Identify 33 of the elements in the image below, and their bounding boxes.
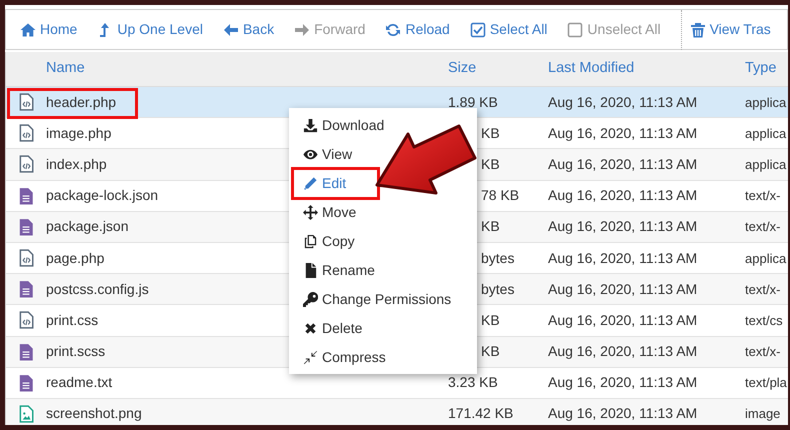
table-cell: KB [481, 312, 500, 328]
table-cell: 171.42 KB [448, 405, 514, 422]
table-cell: applica [745, 250, 786, 266]
table-cell: applica [745, 156, 786, 172]
table-cell: bytes [481, 280, 514, 297]
table-cell: bytes [481, 250, 514, 266]
table-cell: text/x- [745, 282, 780, 297]
table-cell: KB [481, 156, 500, 172]
table-cell: 3.23 KB [448, 374, 498, 390]
table-cell: Aug 16, 2020, 11:13 AM [548, 250, 698, 266]
table-cell: KB [481, 218, 500, 234]
table-cell: Aug 16, 2020, 11:13 AM [548, 280, 698, 297]
table-cell: applica [745, 126, 786, 141]
table-cell: text/pla [745, 375, 787, 390]
table-cell: Aug 16, 2020, 11:13 AM [548, 343, 698, 360]
table-cell: text/x- [745, 344, 780, 360]
table-cell: Aug 16, 2020, 11:13 AM [548, 156, 698, 172]
table-cell: Aug 16, 2020, 11:13 AM [548, 374, 698, 390]
table-cell: KB [481, 343, 500, 360]
table-cell: Aug 16, 2020, 11:13 AM [548, 94, 698, 110]
table-cell: Aug 16, 2020, 11:13 AM [548, 124, 698, 141]
table-cell: text/x- [745, 219, 780, 234]
table-cell: 1.89 KB [448, 94, 498, 110]
table-cell: image [745, 406, 780, 422]
table-cell: KB [481, 124, 500, 141]
table-cell: text/cs [745, 312, 783, 328]
table-cell: Aug 16, 2020, 11:13 AM [548, 312, 698, 328]
table-cell: text/x- [745, 188, 780, 204]
table-cell: 78 KB [481, 187, 520, 204]
table-cell: Aug 16, 2020, 11:13 AM [548, 218, 698, 234]
table-cell: applica [745, 94, 786, 110]
table-cell: Aug 16, 2020, 11:13 AM [548, 405, 698, 422]
table-cell: Aug 16, 2020, 11:13 AM [548, 187, 698, 204]
